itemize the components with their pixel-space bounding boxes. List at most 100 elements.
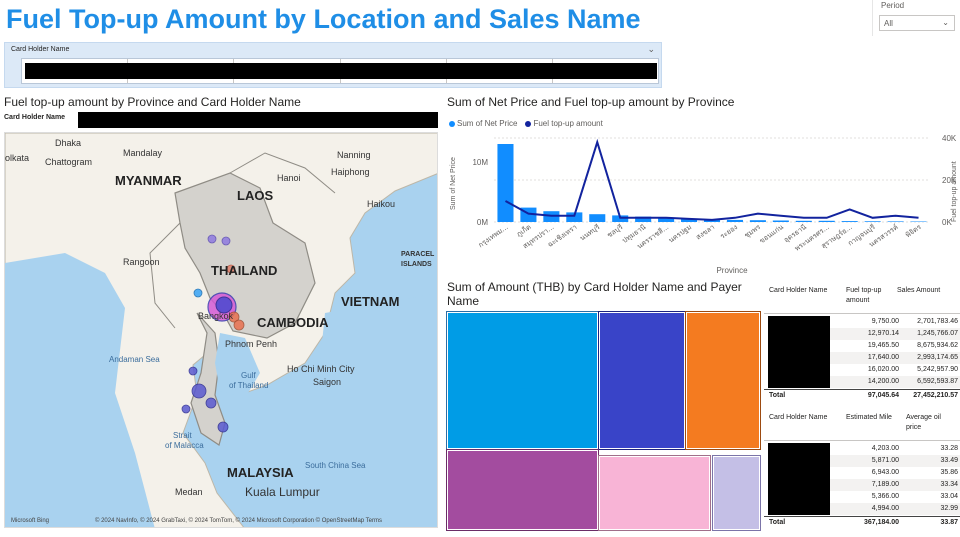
col-header-card-holder[interactable]: Card Holder Name xyxy=(769,413,844,423)
card-holder-slicer-label: Card Holder Name xyxy=(11,46,70,53)
treemap-tile[interactable] xyxy=(712,455,761,531)
y-tick-label: 0M xyxy=(477,218,488,227)
map-attribution: © 2024 NavInfo, © 2024 GrabTaxi, © 2024 … xyxy=(95,518,383,524)
combo-legend: Sum of Net Price Fuel top-up amount xyxy=(449,119,603,128)
map-label-cambodia: CAMBODIA xyxy=(257,315,329,330)
map-label-phnompenh: Phnom Penh xyxy=(225,339,278,349)
table-cell: 35.86 xyxy=(940,469,958,476)
period-label: Period xyxy=(881,1,905,10)
table-cell: 5,242,957.90 xyxy=(917,366,958,373)
redacted-names xyxy=(768,443,830,515)
total-fuel-topup: 97,045.64 xyxy=(867,392,899,399)
map-label-ofthailand: of Thailand xyxy=(229,381,269,390)
x-axis-title: Province xyxy=(716,266,748,275)
table-cell: 2,701,783.46 xyxy=(917,318,958,325)
bar xyxy=(772,220,789,222)
report-title: Fuel Top-up Amount by Location and Sales… xyxy=(6,4,641,34)
table-cell: 2,993,174.65 xyxy=(917,354,958,361)
x-tick-label: สงขลา xyxy=(695,223,717,241)
treemap-tile[interactable] xyxy=(446,449,599,531)
table-cell: 8,675,934.62 xyxy=(917,342,958,349)
table-cell: 33.04 xyxy=(940,493,958,500)
bar xyxy=(818,220,835,222)
table-cell: 5,871.00 xyxy=(871,457,899,464)
bar xyxy=(841,221,858,222)
total-divider xyxy=(764,389,960,390)
total-label: Total xyxy=(769,392,786,399)
redacted-names xyxy=(25,63,657,79)
map-label-medan: Medan xyxy=(175,487,203,497)
table-cell: 33.49 xyxy=(940,457,958,464)
table-cell: 9,750.00 xyxy=(871,318,899,325)
line-series xyxy=(504,138,919,221)
map-label-vietnam: VIETNAM xyxy=(341,294,400,309)
treemap-tile[interactable] xyxy=(598,311,686,450)
bar xyxy=(726,219,743,222)
total-label: Total xyxy=(769,519,786,526)
table-cell: 16,020.00 xyxy=(867,366,899,373)
map-label-kolkata: olkata xyxy=(5,153,30,163)
map-label-hcmc: Ho Chi Minh City xyxy=(287,364,355,374)
x-tick-label: ระยอง xyxy=(719,223,739,241)
legend-item[interactable]: Sum of Net Price xyxy=(449,119,517,128)
table-cell: 4,994.00 xyxy=(871,505,899,512)
table-cell: 5,366.00 xyxy=(871,493,899,500)
header-divider xyxy=(764,313,960,314)
map-label-andaman: Andaman Sea xyxy=(109,355,160,364)
y-tick-label: 10M xyxy=(472,158,488,167)
treemap-tile[interactable] xyxy=(446,311,599,450)
bar xyxy=(589,214,606,222)
header-divider xyxy=(764,440,960,441)
combo-chart-title: Sum of Net Price and Fuel top-up amount … xyxy=(447,95,735,109)
x-tick-label: กรุงเทพม... xyxy=(477,223,510,249)
map-label-ofmalacca: of Malacca xyxy=(165,441,204,450)
treemap-tile[interactable] xyxy=(685,311,761,450)
map-area[interactable]: olkata Dhaka Chattogram Mandalay MYANMAR… xyxy=(4,132,438,528)
col-header-average-oil-price[interactable]: Average oil price xyxy=(906,413,956,433)
sales-table: Card Holder Name Fuel top-up amount Sale… xyxy=(764,284,960,404)
map-label-strait: Strait xyxy=(173,431,192,440)
bar xyxy=(864,221,881,222)
table-cell: 4,203.00 xyxy=(871,445,899,452)
map-label-myanmar: MYANMAR xyxy=(115,173,182,188)
map-legend-label: Card Holder Name xyxy=(4,114,66,121)
total-average-oil-price: 33.87 xyxy=(940,519,958,526)
map-label-mandalay: Mandalay xyxy=(123,148,163,158)
map-label-dhaka: Dhaka xyxy=(55,138,82,148)
chevron-down-icon[interactable]: ⌄ xyxy=(647,44,655,55)
dashboard-page: Fuel Top-up Amount by Location and Sales… xyxy=(0,0,960,537)
map-land-svg xyxy=(5,133,437,527)
bar xyxy=(497,144,514,222)
table-cell: 33.34 xyxy=(940,481,958,488)
period-dropdown[interactable]: All ⌄ xyxy=(879,15,955,31)
table-cell: 1,245,766.07 xyxy=(917,330,958,337)
treemap-title: Sum of Amount (THB) by Card Holder Name … xyxy=(447,280,742,294)
combo-chart[interactable]: 0M10M0K20K40KSum of Net Price Fuel top-up… xyxy=(446,130,960,280)
map-label-bangkok: Bangkok xyxy=(198,311,234,321)
y-axis-title: Sum of Net Price xyxy=(450,157,457,210)
map-title: Fuel top-up amount by Province and Card … xyxy=(4,95,301,109)
map-label-kualalumpur: Kuala Lumpur xyxy=(245,485,320,499)
x-tick-label: ภูเก็ต xyxy=(514,222,532,239)
col-header-estimated-mile[interactable]: Estimated Mile xyxy=(846,413,901,423)
period-value: All xyxy=(884,19,893,28)
y2-tick-label: 40K xyxy=(942,134,957,143)
table-cell: 6,943.00 xyxy=(871,469,899,476)
legend-item[interactable]: Fuel top-up amount xyxy=(525,119,603,128)
period-slicer: Period All ⌄ xyxy=(872,0,958,36)
mileage-table: Card Holder Name Estimated Mile Average … xyxy=(764,411,960,531)
table-cell: 12,970.14 xyxy=(867,330,899,337)
col-header-sales-amount[interactable]: Sales Amount xyxy=(897,286,957,296)
map-label-paracel: PARACEL xyxy=(401,251,435,258)
map-label-southchina: South China Sea xyxy=(305,461,366,470)
col-header-fuel-topup[interactable]: Fuel top-up amount xyxy=(846,286,894,306)
table-cell: 19,465.50 xyxy=(867,342,899,349)
bar xyxy=(795,220,812,222)
treemap-tile[interactable] xyxy=(598,455,711,531)
map-label-rangoon: Rangoon xyxy=(123,257,160,267)
col-header-card-holder[interactable]: Card Holder Name xyxy=(769,286,844,296)
bar xyxy=(749,220,766,222)
map-label-malaysia: MALAYSIA xyxy=(227,465,294,480)
table-cell: 33.28 xyxy=(940,445,958,452)
table-cell: 6,592,593.87 xyxy=(917,378,958,385)
